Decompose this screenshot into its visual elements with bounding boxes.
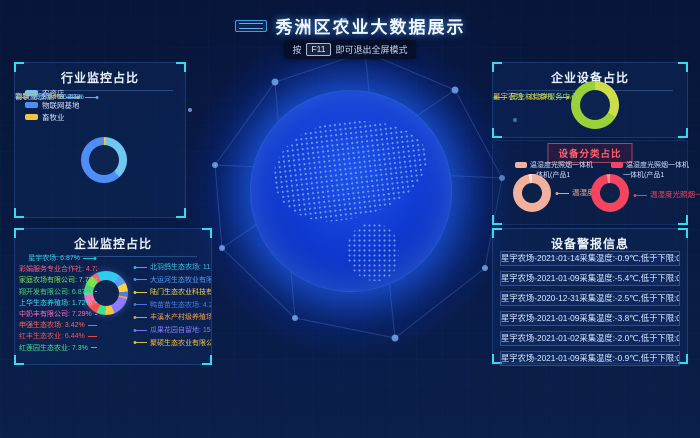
slice-label: 翔开发有限公司: 6.87% — [19, 287, 97, 298]
header: 秀洲区农业大数据展示 — [0, 13, 700, 38]
legend-swatch — [25, 102, 38, 108]
alarm-row[interactable]: 星宇农场-2020-12-31采集温度:-2.5℃,低于下限:0℃ — [500, 291, 680, 306]
globe-visualization — [250, 90, 452, 292]
alarm-row[interactable]: 星宇农场-2021-01-09采集温度:-0.9℃,低于下限:0℃ — [500, 351, 680, 366]
enterprise-left-labels: 星宇农场: 6.87%彩娟服务专业合作社: 4.72%家庭农场有限公司: 7.7… — [19, 253, 97, 354]
continent-dots — [268, 112, 434, 228]
legend-label: 温湿度光照烟一体机 — [530, 160, 593, 170]
industry-monitor-panel: 行业监控占比 农资店 物联网基地 畜牧业 畜牧业: 1.64% 农资店: 36.… — [14, 62, 186, 218]
slice-label: 家庭农场有限公司: 7.72% — [19, 275, 97, 286]
slice-label: 申强生态农场: 3.42% — [19, 320, 97, 331]
fullscreen-hint: 按 F11 即可退出全屏模式 — [0, 40, 700, 59]
hint-prefix: 按 — [292, 43, 301, 56]
alarm-list: 星宇农场-2021-01-14采集温度:-0.9℃,低于下限:0℃ 星宇农场-20… — [500, 251, 680, 371]
slice-label: 民主村党群服务中心: — [493, 91, 580, 102]
slice-label: 红丰生态农业: 6.44% — [19, 331, 97, 342]
dashboard: 秀洲区农业大数据展示 按 F11 即可退出全屏模式 行业监控占比 农资店 物联网… — [0, 0, 700, 438]
alarm-row[interactable]: 星宇农场-2021-01-02采集温度:-2.0℃,低于下限:0℃ — [500, 331, 680, 346]
slice-label: 中奶丰有限公司: 7.29% — [19, 309, 97, 320]
device-ratio-panel: 企业设备占比 星宇农场: 33.33% 民主村党群服务中心: — [492, 62, 688, 138]
slice-label: 大运河生态牧业有限责任公 — [133, 275, 211, 288]
slice-label: 陆门生态农业科技有限公 — [133, 287, 211, 300]
device-alarm-panel: 设备警报信息 星宇农场-2021-01-14采集温度:-0.9℃,低于下限:0℃… — [492, 228, 688, 364]
alarm-row[interactable]: 星宇农场-2021-01-09采集温度:-5.4℃,低于下限:0℃ — [500, 271, 680, 286]
legend-label: 一体机(产品1 — [623, 170, 664, 180]
slice-label: 丰溪水产村级养殖场: 1. — [133, 312, 211, 325]
enterprise-monitor-panel: 企业监控占比 星宇农场: 6.87%彩娟服务专业合作社: 4.72%家庭农场有限… — [14, 228, 212, 365]
device-donut-chart — [571, 81, 619, 129]
legend-swatch — [25, 114, 38, 120]
slice-label: 聚硕生态农业有限公司: 6.87% — [133, 338, 211, 351]
slice-label: 鸭苗苗生态农场: 4.29% — [133, 300, 211, 313]
alarm-row[interactable]: 星宇农场-2021-01-14采集温度:-0.9℃,低于下限:0℃ — [500, 251, 680, 266]
legend-item[interactable]: 温湿度光照烟一体机 — [611, 160, 689, 170]
slice-label: 物联网基地: 61.85% — [15, 91, 99, 102]
device-classification-panel: 设备分类占比 温湿度光照烟一体机 一体机(产品1 温湿度光照烟一 温湿度光照烟一… — [492, 140, 688, 225]
slice-label: 彩娟服务专业合作社: 4.72% — [19, 264, 97, 275]
alarm-row[interactable]: 星宇农场-2021-01-09采集温度:-3.8℃,低于下限:0℃ — [500, 311, 680, 326]
legend-label: 畜牧业 — [42, 112, 65, 123]
brand-logo — [235, 20, 267, 32]
hint-suffix: 即可退出全屏模式 — [336, 43, 408, 56]
industry-donut-chart — [81, 137, 127, 183]
legend-swatch — [515, 162, 527, 168]
slice-label: 红莲园生态农业: 7.3% — [19, 343, 97, 354]
legend-item[interactable]: 温湿度光照烟一体机 — [515, 160, 593, 170]
enterprise-right-labels: 北羽鸽生态农场: 11.16%大运河生态牧业有限责任公陆门生态农业科技有限公鸭苗… — [133, 262, 211, 350]
legend-label: 温湿度光照烟一体机 — [626, 160, 689, 170]
page-title: 秀洲区农业大数据展示 — [276, 13, 466, 38]
legend-swatch — [611, 162, 623, 168]
slice-label: 瓜果花园自留地: 15.02% — [133, 325, 211, 338]
classification-donut-right — [591, 174, 629, 212]
f11-key-badge: F11 — [306, 43, 330, 56]
legend-item[interactable]: 畜牧业 — [25, 111, 80, 123]
slice-label: 温湿度光照烟一 — [633, 189, 700, 200]
slice-label: 上华生态养殖场: 1.72% — [19, 298, 97, 309]
classification-donut-left — [513, 174, 551, 212]
slice-label: 星宇农场: 6.87% — [19, 253, 97, 264]
slice-label: 北羽鸽生态农场: 11.16% — [133, 262, 211, 275]
continent-dots — [347, 223, 399, 281]
